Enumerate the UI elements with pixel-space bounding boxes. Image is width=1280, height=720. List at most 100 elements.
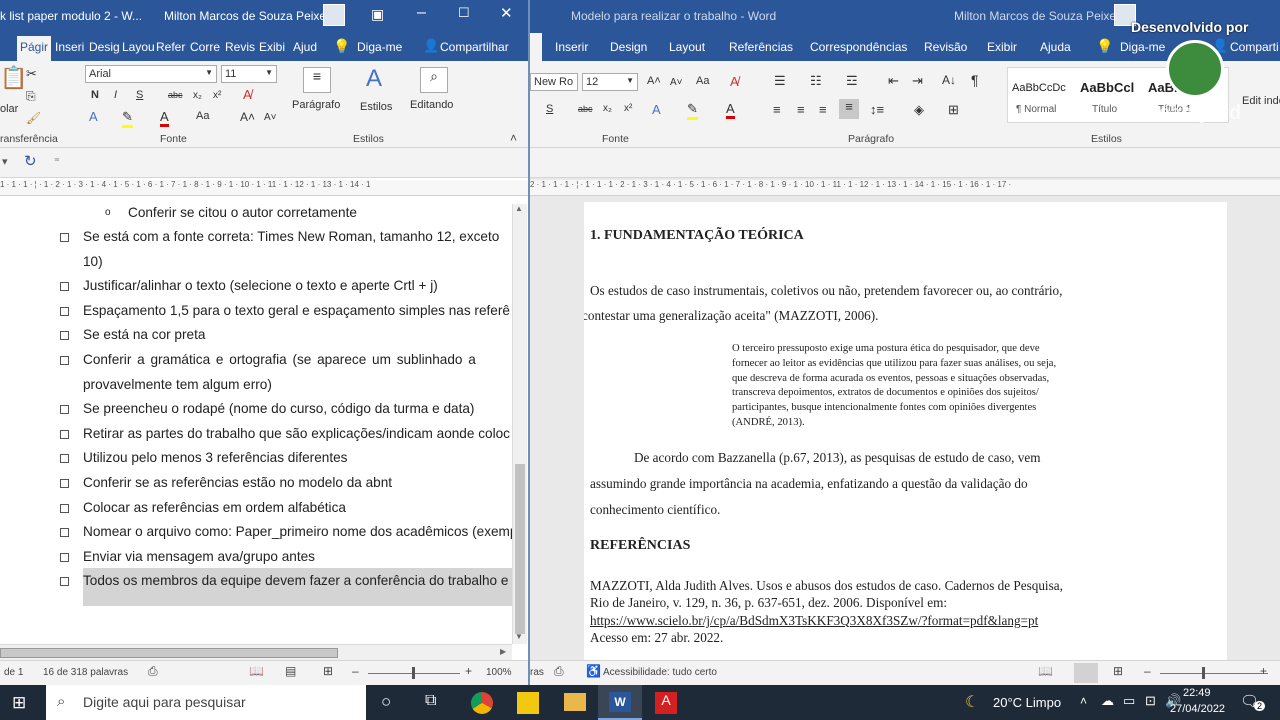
clear-format-icon[interactable]: A̸ xyxy=(243,87,252,102)
clock-date[interactable]: 27/04/2022 xyxy=(1170,703,1225,715)
onedrive-icon[interactable]: ☁ xyxy=(1101,693,1114,709)
zoom-slider-right[interactable] xyxy=(1160,673,1268,674)
search-icon[interactable]: ⌕ xyxy=(420,67,448,93)
grow-font-icon[interactable]: A˄ xyxy=(240,110,255,124)
print-layout-icon[interactable]: ▤ xyxy=(285,664,296,678)
zoom-in-icon-right[interactable]: + xyxy=(1260,664,1267,678)
network-icon[interactable]: ⊡ xyxy=(1145,693,1156,709)
word-count[interactable]: 16 de 318 palavras xyxy=(43,667,128,678)
left-close-icon[interactable]: ✕ xyxy=(500,4,513,22)
left-ribbon-display-icon[interactable]: ▣ xyxy=(371,6,384,23)
highlight-icon[interactable]: ✎ xyxy=(122,109,133,128)
strikethrough-button[interactable]: abc xyxy=(168,90,183,100)
styles-icon[interactable]: A xyxy=(366,65,382,93)
tab-ajuda[interactable]: Ajud xyxy=(293,40,317,54)
proofing-icon-right[interactable]: ⎙ xyxy=(554,664,564,679)
tab-inserir-right[interactable]: Inserir xyxy=(555,40,588,54)
text-effects-icon[interactable]: A xyxy=(89,109,98,124)
tab-exibir[interactable]: Exibi xyxy=(259,40,285,54)
change-case-icon-right[interactable]: Aa xyxy=(696,75,709,87)
web-layout-icon-right[interactable]: ⊞ xyxy=(1113,664,1123,678)
left-vertical-scrollbar[interactable]: ▲ ▼ xyxy=(512,204,527,644)
tab-exibir-right[interactable]: Exibir xyxy=(987,40,1017,54)
acrobat-icon[interactable]: A xyxy=(655,692,677,714)
clock-time[interactable]: 22:49 xyxy=(1183,687,1211,699)
paragraph-button-label[interactable]: Parágrafo xyxy=(292,99,340,111)
sort-icon[interactable]: A↓ xyxy=(942,73,956,87)
weather-text[interactable]: 20°C Limpo xyxy=(993,695,1061,710)
bullets-icon[interactable]: ☰ xyxy=(774,73,786,89)
font-color-icon[interactable]: A xyxy=(160,109,169,127)
repeat-icon[interactable]: ↻ xyxy=(24,152,37,170)
underline-button-right[interactable]: S xyxy=(546,103,553,115)
print-layout-active-icon[interactable] xyxy=(1074,663,1098,683)
style-title-preview[interactable]: AaBbCcl xyxy=(1080,80,1134,95)
left-avatar[interactable] xyxy=(323,4,345,26)
paste-button-label[interactable]: olar xyxy=(0,103,18,115)
reference-link[interactable]: https://www.scielo.br/j/cp/a/BdSdmX3TsKK… xyxy=(590,612,1121,629)
redo-arrow-icon[interactable]: ▾ xyxy=(2,155,8,168)
decrease-indent-icon[interactable]: ⇤ xyxy=(888,73,899,89)
page-count[interactable]: de 1 xyxy=(4,667,23,678)
left-minimize-icon[interactable]: – xyxy=(417,4,426,22)
show-marks-icon[interactable]: ¶ xyxy=(971,72,979,88)
align-right-icon[interactable]: ≡ xyxy=(819,102,827,117)
format-painter-icon[interactable]: 🖌 xyxy=(26,111,41,125)
strikethrough-button-right[interactable]: abc xyxy=(578,104,593,114)
highlight-icon-right[interactable]: ✎ xyxy=(687,101,698,120)
left-horizontal-scrollbar[interactable]: ▶ xyxy=(0,644,512,660)
multilevel-list-icon[interactable]: ☲ xyxy=(846,73,858,89)
taskbar-search-box[interactable]: ⌕ Digite aqui para pesquisar xyxy=(46,685,366,720)
accessibility-icon[interactable]: ♿ xyxy=(586,664,601,678)
read-mode-icon-right[interactable]: 📖 xyxy=(1038,664,1053,678)
font-size-combo[interactable]: 11 ▼ xyxy=(221,65,277,83)
proofing-icon[interactable]: ⎙ xyxy=(148,664,158,679)
justify-icon[interactable]: ≡ xyxy=(839,99,859,119)
font-name-combo[interactable]: Arial ▼ xyxy=(85,65,217,83)
zoom-out-icon-right[interactable]: – xyxy=(1144,664,1151,678)
read-mode-icon[interactable]: 📖 xyxy=(249,664,264,678)
subscript-button-right[interactable]: x₂ xyxy=(603,103,612,114)
bold-button[interactable]: N xyxy=(91,89,99,101)
tab-revisao-right[interactable]: Revisão xyxy=(924,40,967,54)
tab-design-right[interactable]: Design xyxy=(610,40,647,54)
tab-layout[interactable]: Layou xyxy=(122,40,155,54)
paste-icon[interactable]: 📋 xyxy=(0,65,27,91)
zoom-level[interactable]: 100% xyxy=(486,667,512,678)
styles-button-label[interactable]: Estilos xyxy=(360,101,392,113)
scroll-up-icon[interactable]: ▲ xyxy=(515,204,523,213)
tab-inserir[interactable]: Inseri xyxy=(55,40,84,54)
tab-ajuda-right[interactable]: Ajuda xyxy=(1040,40,1071,54)
underline-button[interactable]: S xyxy=(136,89,143,101)
zoom-slider-thumb-right[interactable] xyxy=(1202,667,1205,679)
cut-icon[interactable]: ✂ xyxy=(26,66,37,82)
customize-qat-icon[interactable]: ⁼ xyxy=(54,155,60,168)
line-spacing-icon[interactable]: ↕≡ xyxy=(870,102,884,117)
zoom-in-icon[interactable]: + xyxy=(465,664,472,678)
share-button[interactable]: Compartilhar xyxy=(440,40,509,54)
tab-referencias[interactable]: Refer xyxy=(156,40,185,54)
shading-icon[interactable]: ◈ xyxy=(914,102,924,118)
change-case-icon[interactable]: Aa xyxy=(196,110,209,122)
style-normal-name[interactable]: ¶ Normal xyxy=(1016,104,1056,115)
scroll-thumb[interactable] xyxy=(515,464,525,634)
tab-correspondencias[interactable]: Corre xyxy=(190,40,220,54)
align-center-icon[interactable]: ≡ xyxy=(797,102,805,117)
sticky-notes-icon[interactable] xyxy=(517,692,539,714)
borders-icon[interactable]: ⊞ xyxy=(948,102,959,118)
left-maximize-icon[interactable]: ☐ xyxy=(458,5,470,21)
file-explorer-icon[interactable] xyxy=(564,693,586,711)
zoom-out-icon[interactable]: – xyxy=(352,664,359,678)
text-effects-icon-right[interactable]: A xyxy=(652,102,661,117)
copy-icon[interactable]: ⎘ xyxy=(26,89,36,104)
paragraph-icon[interactable]: ≡ xyxy=(303,67,331,93)
increase-indent-icon[interactable]: ⇥ xyxy=(912,73,923,89)
font-size-combo-right[interactable]: 12 ▼ xyxy=(582,73,638,91)
tray-chevron-icon[interactable]: ˄ xyxy=(1080,694,1087,708)
subscript-button[interactable]: x₂ xyxy=(193,90,202,101)
tab-revisao[interactable]: Revis xyxy=(225,40,255,54)
web-layout-icon[interactable]: ⊞ xyxy=(323,664,333,678)
align-left-icon[interactable]: ≡ xyxy=(773,102,781,117)
chrome-icon[interactable] xyxy=(471,692,493,714)
accessibility-status[interactable]: Acessibilidade: tudo certo xyxy=(603,667,717,678)
